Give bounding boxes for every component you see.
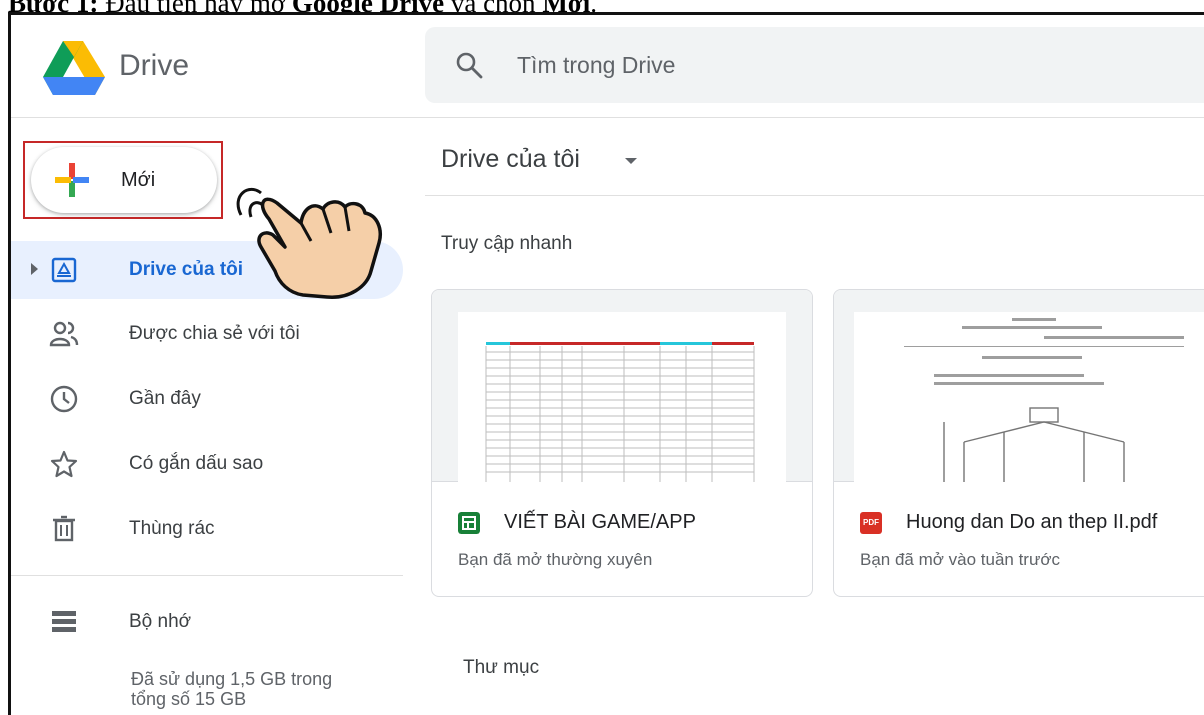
sidebar-item-label: Gần đây — [129, 388, 201, 409]
shared-people-icon — [49, 321, 79, 347]
plus-icon — [55, 163, 89, 197]
pointing-hand-icon — [236, 187, 382, 299]
my-drive-icon — [51, 257, 77, 283]
storage-usage-line2: tổng số 15 GB — [131, 689, 247, 709]
storage-usage-line1: Đã sử dụng 1,5 GB trong — [131, 669, 333, 689]
sidebar-item-storage[interactable]: Bộ nhớ — [11, 593, 403, 651]
sidebar-item-label: Thùng rác — [129, 518, 215, 539]
sidebar-item-shared[interactable]: Được chia sẻ với tôi — [11, 305, 403, 363]
quick-access-card[interactable]: PDF Huong dan Do an thep II.pdf Bạn đã m… — [833, 289, 1204, 597]
sidebar-item-label: Drive của tôi — [129, 259, 244, 280]
header-divider — [11, 117, 1204, 118]
new-button-label: Mới — [121, 169, 156, 191]
folders-title: Thư mục — [463, 657, 540, 678]
file-subtitle: Bạn đã mở thường xuyên — [458, 550, 653, 569]
storage-usage-text: Đã sử dụng 1,5 GB trong tổng số 15 GB — [131, 669, 391, 709]
clock-icon — [50, 385, 78, 413]
pdf-icon: PDF — [860, 512, 882, 534]
sidebar-item-label: Được chia sẻ với tôi — [129, 323, 300, 344]
search-icon[interactable] — [455, 51, 483, 79]
main-divider — [425, 195, 1204, 196]
storage-icon — [52, 611, 76, 632]
file-name: Huong dan Do an thep II.pdf — [906, 511, 1158, 533]
star-icon — [50, 450, 78, 478]
quick-access-card[interactable]: VIẾT BÀI GAME/APP Bạn đã mở thường xuyên — [431, 289, 813, 597]
breadcrumb-dropdown-icon[interactable] — [625, 158, 637, 164]
pdf-preview — [854, 312, 1204, 482]
sidebar-item-starred[interactable]: Có gắn dấu sao — [11, 435, 403, 493]
spreadsheet-preview — [458, 312, 786, 482]
sheets-icon — [458, 512, 480, 534]
breadcrumb[interactable]: Drive của tôi — [441, 145, 580, 174]
search-input[interactable]: Tìm trong Drive — [517, 52, 675, 79]
file-subtitle: Bạn đã mở vào tuần trước — [860, 550, 1060, 569]
file-name: VIẾT BÀI GAME/APP — [504, 511, 696, 533]
trash-icon — [53, 515, 75, 542]
app-name: Drive — [119, 49, 190, 82]
expand-arrow-icon[interactable] — [31, 263, 38, 275]
quick-access-title: Truy cập nhanh — [441, 233, 573, 254]
drive-screenshot: Drive Tìm trong Drive Mới Drive của tôi — [8, 12, 1204, 715]
sidebar-item-label: Có gắn dấu sao — [129, 453, 264, 474]
search-bar[interactable]: Tìm trong Drive — [425, 27, 1204, 103]
new-button-highlight: Mới — [23, 141, 223, 219]
sidebar-item-trash[interactable]: Thùng rác — [11, 500, 403, 558]
file-thumbnail — [432, 290, 812, 482]
file-thumbnail — [834, 290, 1204, 482]
new-button[interactable]: Mới — [31, 147, 217, 213]
sidebar-divider — [11, 575, 403, 576]
drive-logo-icon — [43, 41, 105, 95]
storage-label: Bộ nhớ — [129, 611, 192, 632]
sidebar-item-recent[interactable]: Gần đây — [11, 370, 403, 428]
